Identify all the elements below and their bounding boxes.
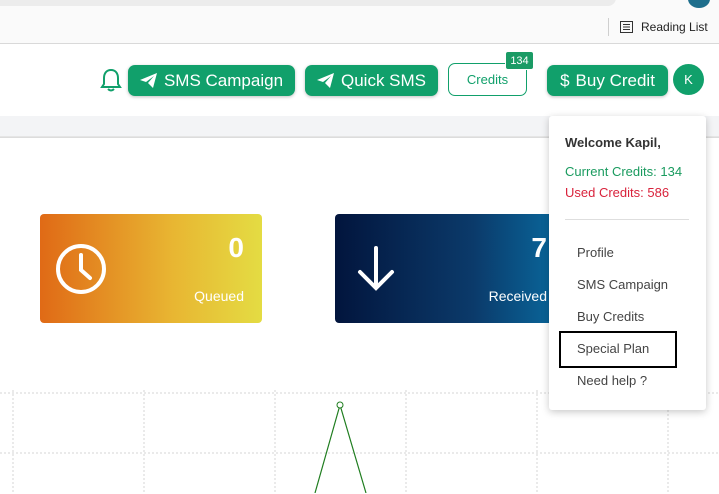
welcome-text: Welcome Kapil, xyxy=(565,135,661,150)
toolbar-divider xyxy=(608,18,609,36)
bell-icon[interactable] xyxy=(100,68,122,97)
quick-sms-button[interactable]: Quick SMS xyxy=(305,65,438,96)
arrow-down-icon xyxy=(358,246,394,291)
avatar[interactable]: K xyxy=(673,64,704,95)
credits-badge: 134 xyxy=(505,51,534,70)
menu-item-profile[interactable]: Profile xyxy=(577,245,614,260)
received-stat-card: 7 Received xyxy=(335,214,565,323)
chart-point xyxy=(336,401,344,409)
quick-sms-label: Quick SMS xyxy=(340,70,427,90)
menu-item-special-plan[interactable]: Special Plan xyxy=(577,341,649,356)
used-credits: Used Credits: 586 xyxy=(565,185,670,200)
sms-campaign-button[interactable]: SMS Campaign xyxy=(128,65,295,96)
received-value: 7 xyxy=(531,232,547,263)
paper-plane-icon xyxy=(316,73,334,88)
sms-campaign-label: SMS Campaign xyxy=(163,70,284,90)
browser-toolbar: Reading List xyxy=(0,0,719,44)
credits-label: Credits xyxy=(466,72,509,87)
buy-credit-label: Buy Credit xyxy=(575,70,655,90)
queued-value: 0 xyxy=(228,232,244,263)
dollar-icon: $ xyxy=(560,70,570,90)
reading-list-icon xyxy=(620,21,633,33)
buy-credit-button[interactable]: $ Buy Credit xyxy=(547,65,668,96)
menu-item-need-help[interactable]: Need help ? xyxy=(577,373,647,388)
queued-label: Queued xyxy=(194,288,244,304)
paper-plane-icon xyxy=(139,73,157,88)
browser-profile-icon[interactable] xyxy=(688,0,710,8)
reading-list-label: Reading List xyxy=(641,20,708,34)
dropdown-divider xyxy=(565,219,689,220)
current-credits: Current Credits: 134 xyxy=(565,164,683,179)
address-bar[interactable] xyxy=(0,0,616,6)
received-label: Received xyxy=(488,288,547,304)
chart-line xyxy=(314,402,367,493)
menu-item-sms-campaign[interactable]: SMS Campaign xyxy=(577,277,668,292)
menu-item-buy-credits[interactable]: Buy Credits xyxy=(577,309,644,324)
profile-dropdown: Welcome Kapil, Current Credits: 134 Used… xyxy=(549,116,706,410)
clock-icon xyxy=(56,244,106,294)
queued-stat-card: 0 Queued xyxy=(40,214,262,323)
reading-list-button[interactable]: Reading List xyxy=(620,18,708,36)
